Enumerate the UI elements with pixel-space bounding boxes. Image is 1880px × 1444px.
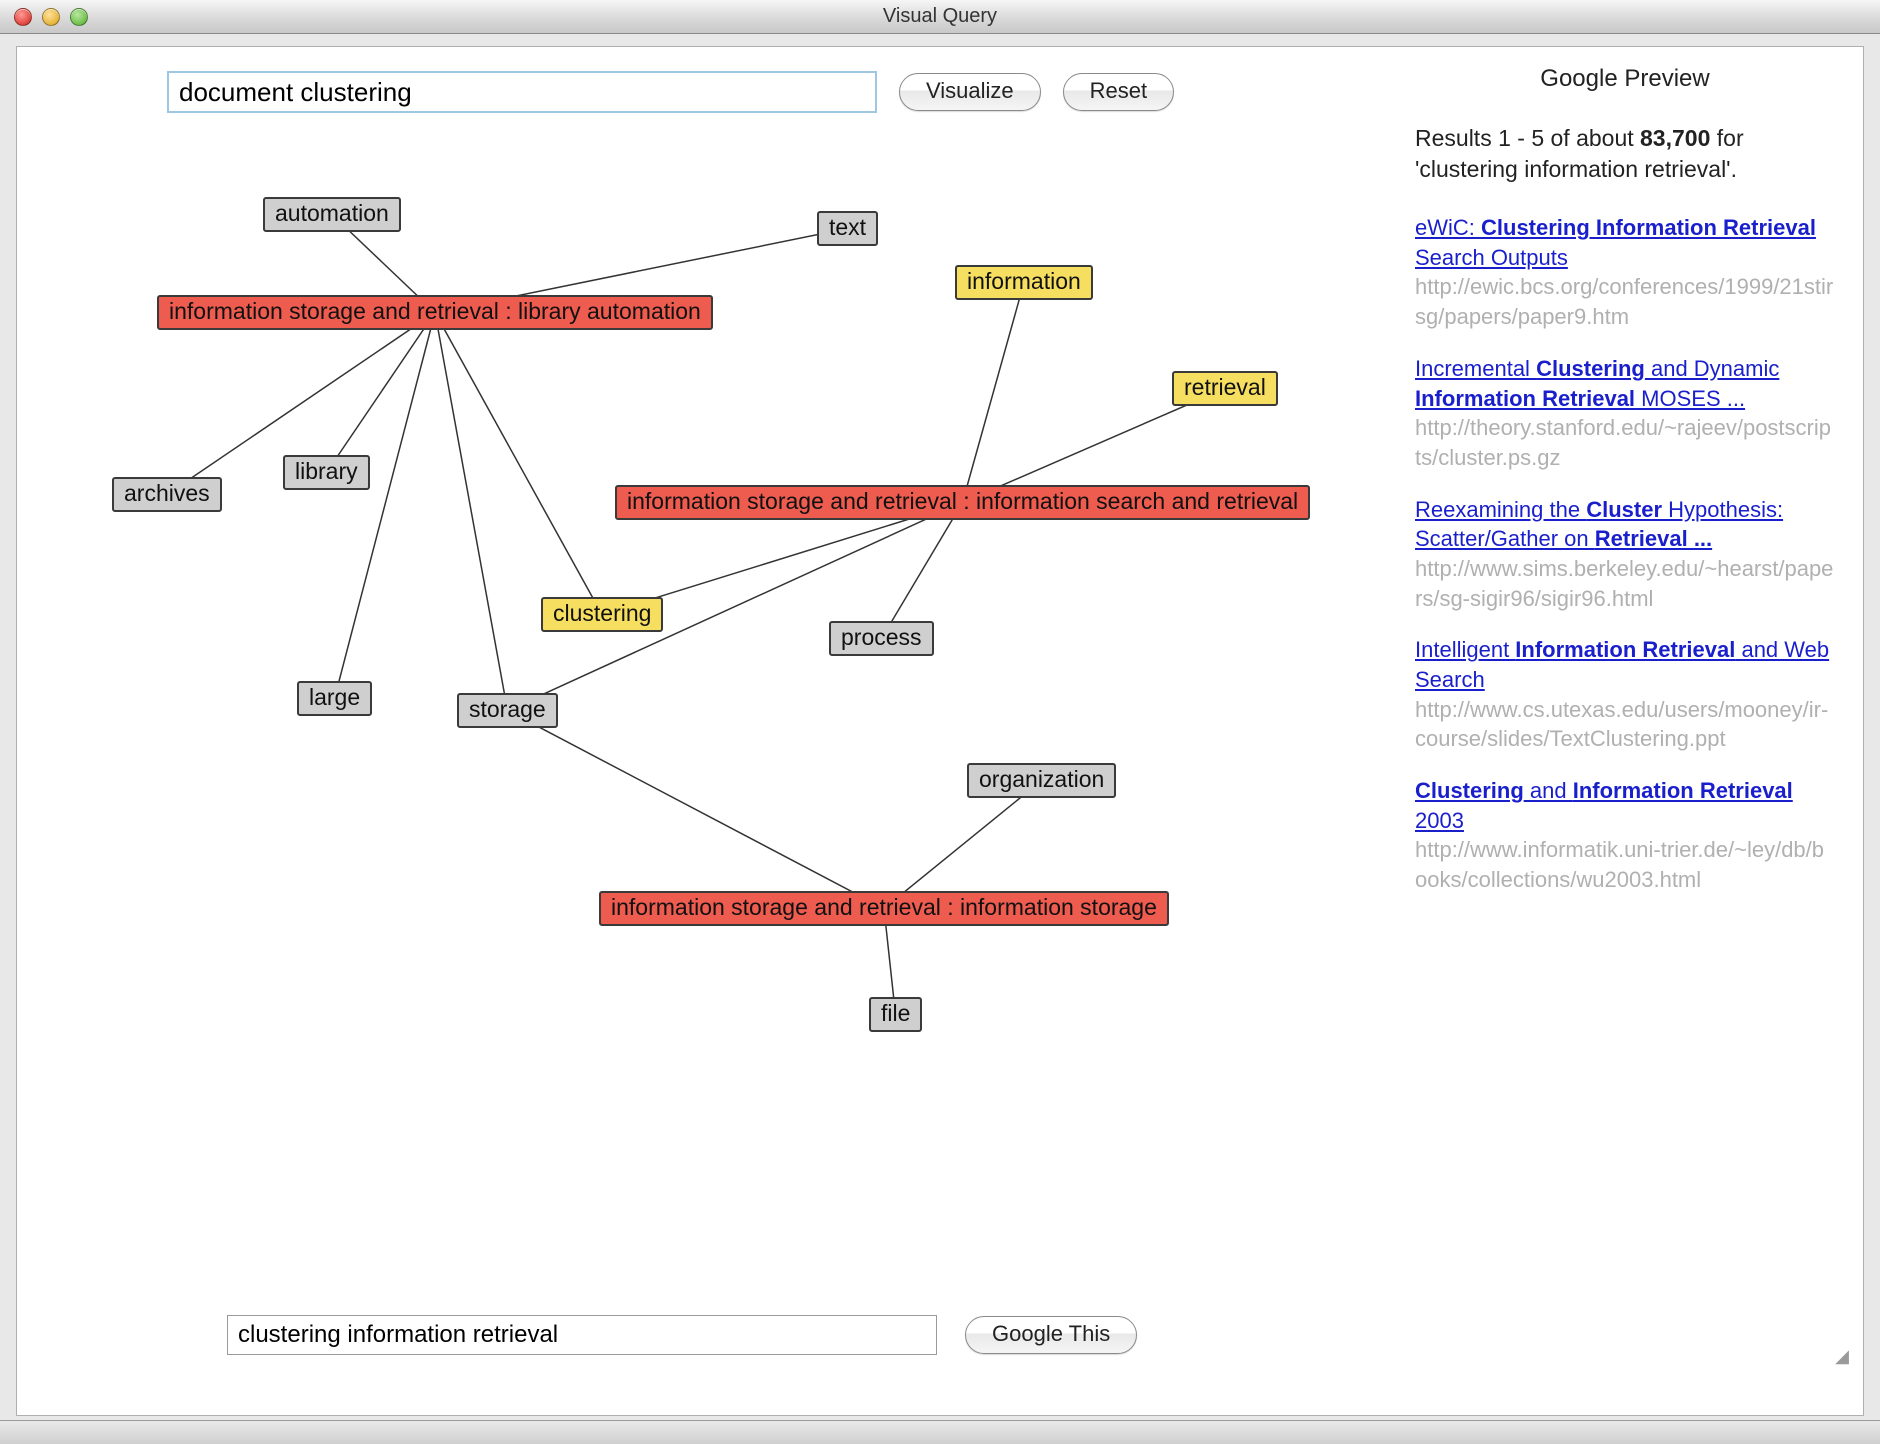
result-item: Intelligent Information Retrieval and We… <box>1415 635 1835 754</box>
graph-node-archives[interactable]: archives <box>112 477 222 512</box>
results-list: eWiC: Clustering Information Retrieval S… <box>1415 213 1835 895</box>
google-preview-panel: Google Preview Results 1 - 5 of about 83… <box>1415 65 1835 917</box>
result-link[interactable]: Intelligent Information Retrieval and We… <box>1415 637 1829 692</box>
result-count: 83,700 <box>1640 125 1710 151</box>
visualize-button[interactable]: Visualize <box>899 73 1041 111</box>
minimize-icon[interactable] <box>42 8 60 26</box>
query-input[interactable] <box>167 71 877 113</box>
result-item: Clustering and Information Retrieval 200… <box>1415 776 1835 895</box>
traffic-lights <box>0 8 88 26</box>
result-url: http://ewic.bcs.org/conferences/1999/21s… <box>1415 272 1835 331</box>
result-item: Incremental Clustering and Dynamic Infor… <box>1415 354 1835 473</box>
result-link[interactable]: Clustering and Information Retrieval 200… <box>1415 778 1793 833</box>
graph-node-clustering[interactable]: clustering <box>541 597 663 632</box>
graph-node-process[interactable]: process <box>829 621 934 656</box>
graph-node-lib-auto[interactable]: information storage and retrieval : libr… <box>157 295 713 330</box>
graph-node-storage[interactable]: storage <box>457 693 558 728</box>
graph-node-search-ret[interactable]: information storage and retrieval : info… <box>615 485 1310 520</box>
result-item: eWiC: Clustering Information Retrieval S… <box>1415 213 1835 332</box>
result-url: http://www.sims.berkeley.edu/~hearst/pap… <box>1415 554 1835 613</box>
graph-node-info-storage[interactable]: information storage and retrieval : info… <box>599 891 1169 926</box>
google-search-bar: Google This <box>227 1315 1137 1355</box>
graph-node-large[interactable]: large <box>297 681 372 716</box>
graph-node-automation[interactable]: automation <box>263 197 401 232</box>
status-bar <box>0 1420 1880 1444</box>
graph-node-file[interactable]: file <box>869 997 922 1032</box>
window-title: Visual Query <box>0 5 1880 28</box>
query-toolbar: Visualize Reset <box>167 71 1174 113</box>
graph-node-text[interactable]: text <box>817 211 878 246</box>
resize-grip-icon[interactable]: ◢ <box>1835 1346 1853 1367</box>
graph-node-retrieval[interactable]: retrieval <box>1172 371 1278 406</box>
reset-button[interactable]: Reset <box>1063 73 1174 111</box>
close-icon[interactable] <box>14 8 32 26</box>
window-titlebar: Visual Query <box>0 0 1880 34</box>
google-this-button[interactable]: Google This <box>965 1316 1137 1354</box>
result-url: http://theory.stanford.edu/~rajeev/posts… <box>1415 413 1835 472</box>
graph-canvas[interactable]: automation text information information sto… <box>17 127 1407 1127</box>
zoom-icon[interactable] <box>70 8 88 26</box>
app-frame: Visualize Reset automation text informatio… <box>16 46 1864 1416</box>
result-url: http://www.informatik.uni-trier.de/~ley/… <box>1415 835 1835 894</box>
result-link[interactable]: Reexamining the Cluster Hypothesis: Scat… <box>1415 497 1783 552</box>
result-item: Reexamining the Cluster Hypothesis: Scat… <box>1415 495 1835 614</box>
result-link[interactable]: eWiC: Clustering Information Retrieval S… <box>1415 215 1816 270</box>
preview-heading: Google Preview <box>1415 65 1835 93</box>
result-link[interactable]: Incremental Clustering and Dynamic Infor… <box>1415 356 1779 411</box>
graph-node-library[interactable]: library <box>283 455 370 490</box>
google-query-input[interactable] <box>227 1315 937 1355</box>
result-url: http://www.cs.utexas.edu/users/mooney/ir… <box>1415 695 1835 754</box>
graph-node-information[interactable]: information <box>955 265 1093 300</box>
graph-node-organization[interactable]: organization <box>967 763 1116 798</box>
summary-prefix: Results 1 - 5 of about <box>1415 125 1640 151</box>
results-summary: Results 1 - 5 of about 83,700 for 'clust… <box>1415 123 1835 185</box>
